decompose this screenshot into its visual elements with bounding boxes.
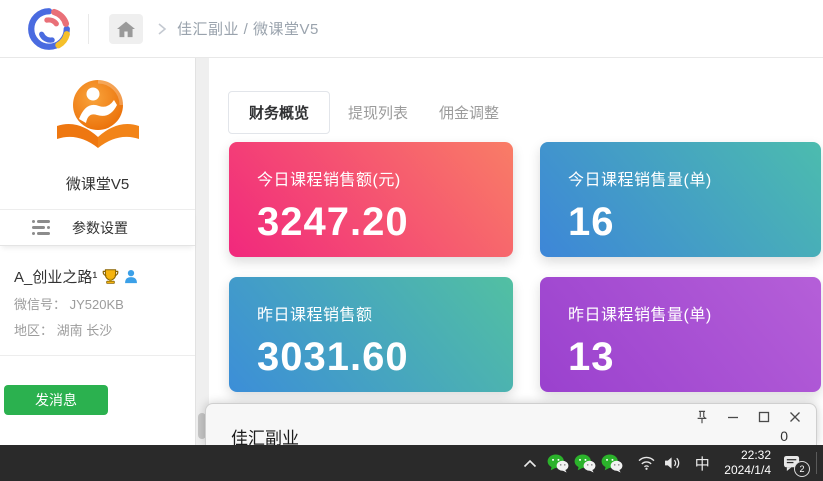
minimize-button[interactable] [717,407,748,427]
tab-bar: 财务概览 提现列表 佣金调整 [228,91,823,134]
wechat-tray-icon-2[interactable] [574,454,596,473]
stat-label: 今日课程销售额(元) [257,166,513,190]
tab-commission-adjust[interactable]: 佣金调整 [439,102,499,123]
stat-card-yesterday-sales-count: 昨日课程销售量(单) 13 [540,277,821,392]
close-button[interactable] [779,407,810,427]
chevron-up-icon [523,459,537,468]
clock[interactable]: 22:32 2024/1/4 [724,448,771,478]
hidden-icons-button[interactable] [523,459,537,468]
stat-card-today-sales-count: 今日课程销售量(单) 16 [540,142,821,257]
sidebar: 微课堂V5 参数设置 A_创业之路¹ 微信号： JY520KB 地区： [0,57,196,445]
scrollbar-gutter [196,57,209,445]
stat-card-yesterday-sales-amount: 昨日课程销售额 3031.60 [229,277,513,392]
wechat-icon [574,454,596,473]
taskbar: 中 22:32 2024/1/4 2 [0,445,823,481]
input-method-indicator[interactable]: 中 [692,453,712,474]
tab-withdraw-list[interactable]: 提现列表 [348,102,408,123]
pin-icon [695,410,709,425]
maximize-icon [758,411,770,423]
close-icon [789,411,801,423]
clock-time: 22:32 [724,448,771,463]
notification-count-badge: 2 [794,461,810,477]
main-panel: 财务概览 提现列表 佣金调整 今日课程销售额(元) 3247.20 今日课程销售… [209,57,823,403]
wifi-icon [638,456,655,470]
wechat-icon [601,454,623,473]
clock-date: 2024/1/4 [724,463,771,478]
contact-name: A_创业之路¹ [14,266,97,287]
home-button[interactable] [109,14,143,44]
sidebar-item-settings[interactable]: 参数设置 [0,210,195,246]
show-desktop-divider[interactable] [816,452,817,474]
stat-value: 16 [568,200,821,245]
speaker-icon [664,456,681,470]
person-icon [124,269,138,284]
stat-card-today-sales-amount: 今日课程销售额(元) 3247.20 [229,142,513,257]
stat-label: 今日课程销售量(单) [568,166,821,190]
home-icon [116,20,136,38]
app-name: 微课堂V5 [0,173,195,194]
settings-list-icon [32,220,50,235]
maximize-button[interactable] [748,407,779,427]
chat-window[interactable]: 佳汇副业 0 [205,403,817,445]
breadcrumb-chevron-icon [157,23,167,35]
app-logo-icon[interactable] [26,6,72,52]
stat-value: 3247.20 [257,200,513,245]
sidebar-divider [0,355,195,356]
stat-value: 13 [568,335,821,380]
send-message-button[interactable]: 发消息 [4,385,108,415]
trophy-icon [102,268,119,285]
contact-profile: A_创业之路¹ 微信号： JY520KB 地区： 湖南 长沙 [0,246,195,339]
settings-label: 参数设置 [72,218,128,238]
stat-cards: 今日课程销售额(元) 3247.20 今日课程销售量(单) 16 昨日课程销售额… [229,142,821,392]
wechat-tray-icon-3[interactable] [601,454,623,473]
stat-label: 昨日课程销售量(单) [568,301,821,325]
chat-window-badge: 0 [780,428,788,444]
topbar-divider [88,14,89,44]
breadcrumb: 佳汇副业 / 微课堂V5 [177,18,319,39]
pin-button[interactable] [686,407,717,427]
site-logo-icon [50,69,146,165]
notification-center-button[interactable]: 2 [783,455,802,472]
contact-wechat-id: 微信号： JY520KB [14,294,195,313]
wechat-tray-icon-1[interactable] [547,454,569,473]
stat-label: 昨日课程销售额 [257,301,513,325]
volume-button[interactable] [664,456,681,470]
topbar: 佳汇副业 / 微课堂V5 [0,0,823,58]
contact-region: 地区： 湖南 长沙 [14,320,195,339]
minimize-icon [727,411,739,423]
system-tray: 中 22:32 2024/1/4 2 [523,448,823,478]
tab-finance-overview[interactable]: 财务概览 [228,91,330,134]
window-controls [686,407,810,427]
stat-value: 3031.60 [257,335,513,380]
site-logo [0,69,195,165]
wechat-icon [547,454,569,473]
contact-name-row: A_创业之路¹ [14,266,195,287]
wifi-button[interactable] [638,456,655,470]
